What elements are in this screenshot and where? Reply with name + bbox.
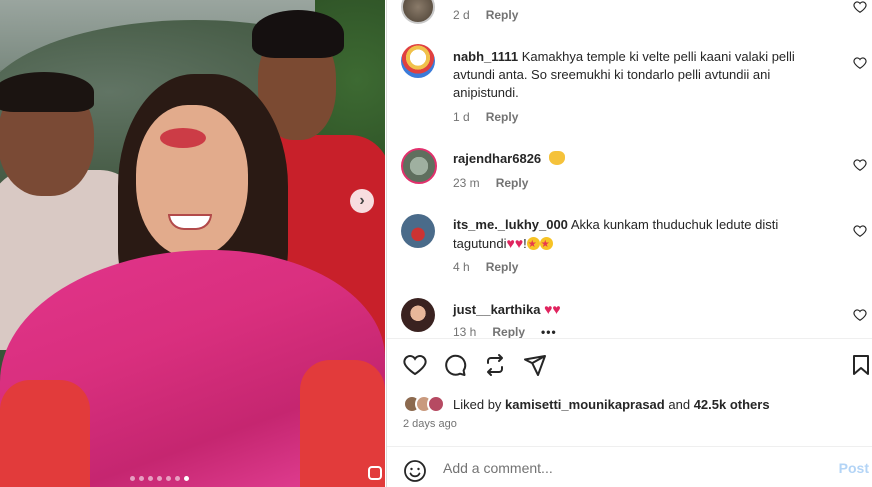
carousel-dot-active — [184, 476, 189, 481]
heart-emoji: ♥ — [552, 301, 561, 317]
comment-meta: 4 h Reply — [453, 260, 518, 274]
carousel-next-button[interactable]: › — [350, 189, 374, 213]
heart-icon[interactable] — [853, 308, 867, 322]
heart-icon[interactable] — [853, 56, 867, 70]
post-button[interactable]: Post — [839, 460, 869, 476]
heart-icon[interactable] — [853, 224, 867, 238]
comment-username[interactable]: nabh_1111 — [453, 49, 518, 64]
reply-button[interactable]: Reply — [496, 176, 529, 190]
likes-count-link[interactable]: 42.5k others — [694, 397, 770, 412]
photo-tika — [160, 128, 206, 148]
comment-time: 23 m — [453, 176, 480, 190]
star-struck-emoji — [526, 236, 540, 254]
heart-emoji: ♥ — [506, 235, 515, 251]
comment-username[interactable]: rajendhar6826 — [453, 151, 541, 166]
star-struck-emoji — [539, 236, 553, 254]
like-heart-icon[interactable] — [403, 353, 427, 377]
comment-text-block: just__karthika ♥♥ — [453, 300, 813, 319]
share-icon[interactable] — [523, 353, 547, 377]
carousel-dot — [148, 476, 153, 481]
avatar[interactable] — [401, 44, 435, 78]
comment-username[interactable]: its_me._lukhy_000 — [453, 217, 568, 232]
carousel-dots — [130, 476, 189, 481]
post-media[interactable]: › — [0, 0, 385, 487]
photo-person-right-hair — [252, 10, 344, 58]
comment-text-block: rajendhar6826 — [453, 150, 813, 168]
reply-button[interactable]: Reply — [486, 8, 519, 22]
comment-meta: 23 m Reply — [453, 176, 528, 190]
comment-meta: 2 d Reply — [453, 8, 518, 22]
comment-username[interactable]: just__karthika — [453, 302, 540, 317]
avatar[interactable] — [401, 298, 435, 332]
hands-icon — [548, 151, 565, 165]
heart-icon[interactable] — [853, 158, 867, 172]
comment-time: 2 d — [453, 8, 470, 22]
instagram-icon — [368, 466, 382, 480]
avatar — [427, 395, 445, 413]
carousel-dot — [139, 476, 144, 481]
photo-arm-left — [0, 380, 90, 487]
actions-divider — [387, 338, 872, 339]
likes-prefix: Liked by — [453, 396, 502, 412]
comment-time: 13 h — [453, 325, 477, 339]
comment-meta: 1 d Reply — [453, 110, 518, 124]
comment-time: 4 h — [453, 260, 470, 274]
photo-person-left-hair — [0, 72, 94, 112]
carousel-dot — [130, 476, 135, 481]
avatar[interactable] — [401, 0, 435, 24]
comment-time: 1 d — [453, 110, 470, 124]
repost-icon[interactable] — [483, 353, 507, 377]
heart-icon[interactable] — [853, 0, 867, 14]
likes-user-link[interactable]: kamisetti_mounikaprasad — [505, 397, 665, 412]
comment-text-block: nabh_1111 Kamakhya temple ki velte pelli… — [453, 48, 813, 102]
photo-person-center-face — [136, 105, 248, 257]
comment-text-block: its_me._lukhy_000 Akka kunkam thuduchuk … — [453, 216, 813, 254]
add-comment-bar: Post — [387, 446, 872, 487]
heart-emoji: ♥ — [514, 235, 524, 251]
likes-summary[interactable]: Liked by kamisetti_mounikaprasad and 42.… — [403, 393, 770, 415]
carousel-dot — [175, 476, 180, 481]
comments-panel: 2 d Reply nabh_1111 Kamakhya temple ki v… — [386, 0, 872, 487]
avatar[interactable] — [401, 148, 437, 184]
reply-button[interactable]: Reply — [492, 325, 525, 339]
reply-button[interactable]: Reply — [486, 260, 519, 274]
more-options-icon[interactable]: ••• — [541, 325, 557, 339]
likes-joiner: and — [668, 396, 691, 412]
comment-meta: 13 h Reply ••• — [453, 325, 557, 339]
emoji-smile-icon[interactable] — [403, 459, 427, 483]
reply-button[interactable]: Reply — [486, 110, 519, 124]
comment-icon[interactable] — [443, 353, 467, 377]
save-bookmark-icon[interactable] — [849, 353, 872, 377]
carousel-dot — [157, 476, 162, 481]
chevron-right-icon: › — [359, 192, 365, 209]
add-comment-input[interactable] — [443, 457, 803, 479]
carousel-dot — [166, 476, 171, 481]
avatar[interactable] — [401, 214, 435, 248]
post-date[interactable]: 2 days ago — [403, 418, 457, 430]
likes-text: Liked by kamisetti_mounikaprasad and 42.… — [453, 397, 770, 412]
